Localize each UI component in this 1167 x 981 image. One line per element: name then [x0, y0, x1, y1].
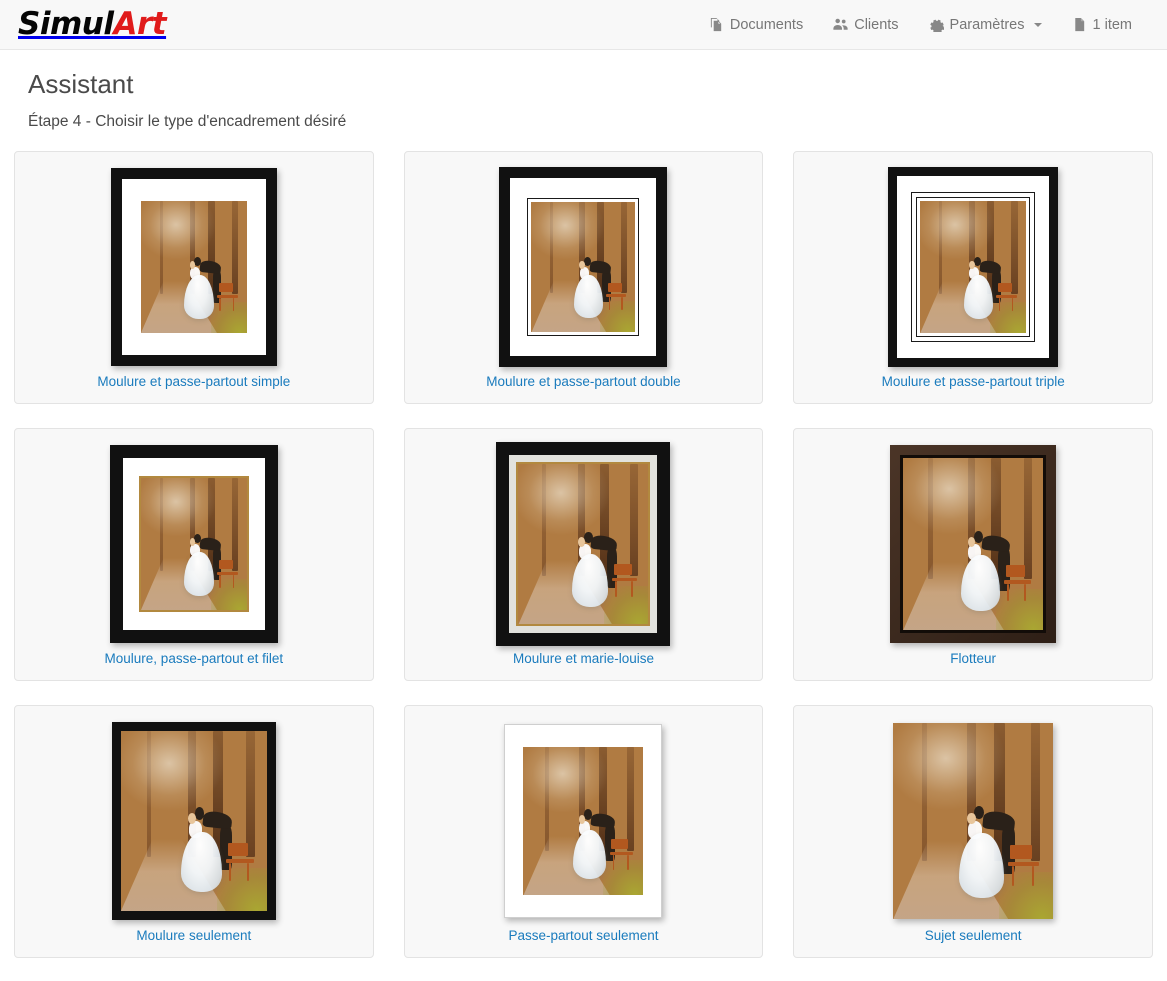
artwork-photo: [140, 201, 247, 334]
frame-preview-mat-only: [405, 715, 763, 927]
documents-icon: [709, 17, 724, 32]
navbar-menu: Documents Clients Paramètres 1 item: [694, 9, 1147, 41]
top-navbar: SimulArt Documents Clients Paramètres 1 …: [0, 0, 1167, 50]
option-label: Moulure et passe-partout triple: [881, 374, 1065, 390]
frame-moulding: [109, 445, 278, 644]
frame-moulding: [110, 168, 277, 367]
option-card-passe-partout-seulement[interactable]: Passe-partout seulement: [403, 705, 764, 959]
artwork-photo: [920, 201, 1027, 334]
brand-logo-part2: Art: [113, 6, 167, 42]
float-gap: [900, 455, 1047, 634]
option-label: Moulure seulement: [136, 928, 252, 944]
frame-moulding: [888, 167, 1059, 368]
framing-options-grid: Moulure et passe-partout simple Moulure …: [0, 151, 1167, 959]
mat-middle-white: [912, 193, 1035, 342]
fillet-gold-band: [516, 462, 651, 627]
file-icon: [1072, 17, 1087, 32]
nav-item-cart-label: 1 item: [1092, 16, 1133, 33]
mat-edge: [504, 724, 663, 919]
option-card-moulure-passe-partout-triple[interactable]: Moulure et passe-partout triple: [793, 151, 1153, 405]
mat-layer-1: [121, 179, 266, 356]
option-label: Moulure et passe-partout simple: [97, 374, 291, 390]
artwork-photo: [120, 731, 267, 912]
option-card-sujet-seulement[interactable]: Sujet seulement: [793, 705, 1153, 959]
users-icon: [833, 17, 848, 32]
frame-preview-filet: [15, 438, 373, 650]
nav-item-clients[interactable]: Clients: [818, 9, 913, 41]
chevron-down-icon: [1033, 22, 1042, 27]
mat-layer-3: [916, 197, 1031, 338]
fillet-gold-band: [138, 476, 249, 613]
artwork-only-wrapper: [893, 723, 1054, 920]
frame-moulding: [496, 442, 671, 647]
nav-item-clients-label: Clients: [854, 16, 899, 33]
frame-preview-double: [405, 161, 763, 373]
option-label: Sujet seulement: [924, 928, 1022, 944]
mat-inner-white: [528, 199, 639, 336]
mat-inner-white: [917, 198, 1030, 337]
option-card-moulure-passe-partout-simple[interactable]: Moulure et passe-partout simple: [14, 151, 374, 405]
artwork-photo: [893, 723, 1054, 920]
frame-moulding: [111, 722, 276, 921]
option-label: Moulure et marie-louise: [512, 651, 655, 667]
option-card-moulure-seulement[interactable]: Moulure seulement: [14, 705, 374, 959]
frame-preview-marie-louise: [405, 438, 763, 650]
page-header: Assistant Étape 4 - Choisir le type d'en…: [0, 69, 1167, 132]
option-label: Moulure, passe-partout et filet: [104, 651, 284, 667]
option-label: Passe-partout seulement: [508, 928, 659, 944]
option-card-moulure-passe-partout-double[interactable]: Moulure et passe-partout double: [403, 151, 764, 405]
nav-item-documents[interactable]: Documents: [694, 9, 818, 41]
page-subtitle: Étape 4 - Choisir le type d'encadrement …: [28, 113, 347, 131]
artwork-photo: [140, 478, 247, 611]
nav-item-parametres[interactable]: Paramètres: [914, 9, 1057, 41]
frame-preview-artwork-only: [794, 715, 1152, 927]
frame-moulding-wood: [890, 445, 1057, 644]
marie-louise-band: [509, 455, 658, 634]
artwork-photo: [531, 202, 636, 333]
option-card-flotteur[interactable]: Flotteur: [793, 428, 1153, 682]
mat-layer-1: [505, 725, 662, 918]
gear-icon: [929, 17, 944, 32]
option-card-moulure-marie-louise[interactable]: Moulure et marie-louise: [403, 428, 764, 682]
artwork-photo: [523, 747, 644, 896]
frame-preview-simple: [15, 161, 373, 373]
artwork-photo: [903, 458, 1044, 631]
mat-layer-1: [122, 458, 265, 631]
nav-item-cart[interactable]: 1 item: [1057, 9, 1148, 41]
option-label: Flotteur: [950, 651, 997, 667]
nav-item-documents-label: Documents: [729, 16, 804, 33]
option-card-moulure-passe-partout-filet[interactable]: Moulure, passe-partout et filet: [14, 428, 374, 682]
brand-logo[interactable]: SimulArt: [18, 6, 167, 42]
mat-layer-1: [897, 176, 1050, 359]
mat-layer-2: [527, 198, 640, 337]
option-label: Moulure et passe-partout double: [486, 374, 681, 390]
artwork-photo: [518, 464, 649, 625]
frame-preview-triple: [794, 161, 1152, 373]
mat-layer-1: [510, 178, 657, 357]
nav-item-parametres-label: Paramètres: [949, 16, 1025, 33]
frame-moulding: [499, 167, 668, 368]
mat-layer-2: [911, 192, 1036, 343]
brand-logo-part1: Simul: [18, 6, 114, 42]
frame-preview-flotteur: [794, 438, 1152, 650]
page-title: Assistant: [28, 69, 134, 99]
frame-preview-moulding-only: [15, 715, 373, 927]
